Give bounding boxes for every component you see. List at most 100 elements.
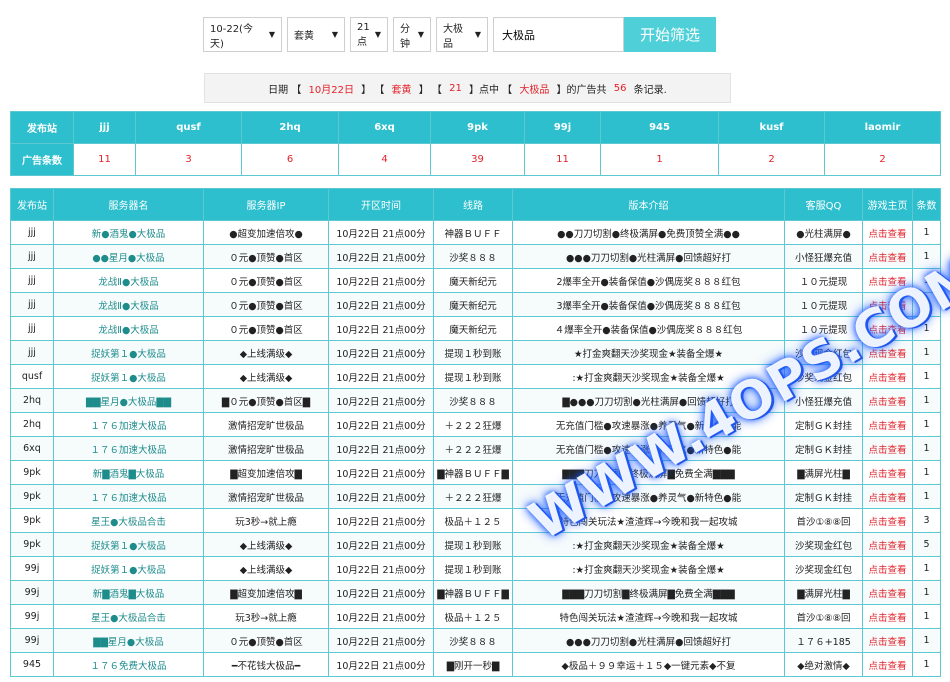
summary-count: 56 (613, 82, 627, 94)
hour-select-value: 21点 (357, 21, 370, 48)
service-qq-cell: 沙奖现金红包 (784, 556, 863, 581)
version-intro-cell: ●●刀刀切割●终极满屏●免费顶赞全满●● (512, 220, 785, 245)
open-time-cell: 10月22日 21点00分 (328, 628, 434, 653)
stats-count-row: 广告条数 11 3 6 4 39 11 1 2 2 (10, 143, 941, 176)
summary-prefix: 日期 【 (268, 84, 305, 96)
site-cell: 9pk (10, 532, 54, 557)
server-ip-cell: ◆上线满级◆ (203, 340, 329, 365)
site-cell: 99j (10, 556, 54, 581)
row-count-cell: 1 (912, 244, 941, 269)
server-name-link[interactable]: １７６免费大极品 (53, 652, 204, 677)
table-row: jjj 龙战Ⅱ●大极品 ０元●顶赞●首区 10月22日 21点00分 魔天新纪元 ４爆率全… (10, 316, 941, 341)
filter-submit-button[interactable]: 开始筛选 (624, 17, 716, 52)
server-ip-cell: 激情招宠旷世极品 (203, 484, 329, 509)
server-ip-cell: ▇超变加速倍攻▇ (203, 460, 329, 485)
summary-sep: 】 【 (357, 84, 388, 96)
server-name-link[interactable]: ●●星月●大极品 (53, 244, 204, 269)
server-name-link[interactable]: 龙战Ⅱ●大极品 (53, 316, 204, 341)
date-select[interactable]: 10-22(今天) ▼ (203, 17, 282, 52)
site-cell: jjj (10, 220, 54, 245)
server-name-link[interactable]: 星王●大极品合击 (53, 604, 204, 629)
view-homepage-link[interactable]: 点击查看 (862, 652, 913, 677)
service-qq-cell: 沙奖现金红包 (784, 364, 863, 389)
view-homepage-link[interactable]: 点击查看 (862, 412, 913, 437)
open-time-cell: 10月22日 21点00分 (328, 220, 434, 245)
line-cell: 沙奖８８８ (433, 244, 513, 269)
column-header: 线路 (433, 188, 513, 221)
site-cell: 9pk (10, 508, 54, 533)
table-row: 9pk 捉妖第１●大极品 ◆上线满级◆ 10月22日 21点00分 提现１秒到账:★打金… (10, 532, 941, 557)
view-homepage-link[interactable]: 点击查看 (862, 292, 913, 317)
server-name-link[interactable]: ▇▇星月●大极品 (53, 628, 204, 653)
server-name-link[interactable]: 捉妖第１●大极品 (53, 364, 204, 389)
type-select[interactable]: 大极品 ▼ (436, 17, 488, 52)
row-count-cell: 3 (912, 508, 941, 533)
table-row: 2hq ▇▇星月●大极品▇▇ ▇０元●顶赞●首区▇ 10月22日 21点00分 沙奖８８… (10, 388, 941, 413)
category-select[interactable]: 套黄 ▼ (287, 17, 345, 52)
service-qq-cell: 小怪狂爆充值 (784, 388, 863, 413)
column-header: 条数 (912, 188, 941, 221)
server-name-link[interactable]: 龙战Ⅱ●大极品 (53, 268, 204, 293)
view-homepage-link[interactable]: 点击查看 (862, 244, 913, 269)
hour-select[interactable]: 21点 ▼ (350, 17, 388, 52)
column-header: 发布站 (10, 188, 54, 221)
view-homepage-link[interactable]: 点击查看 (862, 604, 913, 629)
server-ip-cell: 激情招宠旷世极品 (203, 436, 329, 461)
view-homepage-link[interactable]: 点击查看 (862, 388, 913, 413)
server-name-link[interactable]: １７６加速大极品 (53, 412, 204, 437)
view-homepage-link[interactable]: 点击查看 (862, 220, 913, 245)
service-qq-cell: １７６+185 (784, 628, 863, 653)
column-header: 版本介绍 (512, 188, 785, 221)
view-homepage-link[interactable]: 点击查看 (862, 508, 913, 533)
view-homepage-link[interactable]: 点击查看 (862, 268, 913, 293)
summary-suffix: 条记录. (630, 84, 667, 96)
server-ip-cell: 玩3秒→就上瘾 (203, 508, 329, 533)
service-qq-cell: 首沙①⑧⑧回 (784, 604, 863, 629)
view-homepage-link[interactable]: 点击查看 (862, 460, 913, 485)
site-stats-table: 发布站 jjj qusf 2hq 6xq 9pk 99j 945 kusf la… (10, 111, 941, 176)
server-name-link[interactable]: 新▇酒鬼▇大极品 (53, 460, 204, 485)
view-homepage-link[interactable]: 点击查看 (862, 532, 913, 557)
server-name-link[interactable]: 新▇酒鬼▇大极品 (53, 580, 204, 605)
line-cell: ＋２２２狂爆 (433, 484, 513, 509)
keyword-input[interactable] (493, 17, 624, 52)
minute-select[interactable]: 分钟 ▼ (393, 17, 431, 52)
row-count-cell: 1 (912, 652, 941, 677)
server-ip-cell: ０元●顶赞●首区 (203, 268, 329, 293)
server-name-link[interactable]: 捉妖第１●大极品 (53, 532, 204, 557)
line-cell: 极品＋１２５ (433, 508, 513, 533)
site-cell: jjj (10, 316, 54, 341)
service-qq-cell: 首沙①⑧⑧回 (784, 508, 863, 533)
view-homepage-link[interactable]: 点击查看 (862, 364, 913, 389)
server-ip-cell: ０元●顶赞●首区 (203, 628, 329, 653)
table-row: 99j 捉妖第１●大极品 ◆上线满级◆ 10月22日 21点00分 提现１秒到账:★打金… (10, 556, 941, 581)
service-qq-cell: ▇满屏光柱▇ (784, 460, 863, 485)
column-header: 开区时间 (328, 188, 434, 221)
server-name-link[interactable]: １７６加速大极品 (53, 436, 204, 461)
chevron-down-icon: ▼ (268, 30, 275, 39)
view-homepage-link[interactable]: 点击查看 (862, 484, 913, 509)
view-homepage-link[interactable]: 点击查看 (862, 580, 913, 605)
view-homepage-link[interactable]: 点击查看 (862, 628, 913, 653)
line-cell: 沙奖８８８ (433, 388, 513, 413)
stats-site: 6xq (338, 111, 431, 144)
version-intro-cell: 特色闯关玩法★渣渣辉→今晚和我一起攻城 (512, 604, 785, 629)
server-name-link[interactable]: １７６加速大极品 (53, 484, 204, 509)
table-row: qusf 捉妖第１●大极品 ◆上线满级◆ 10月22日 21点00分 提现１秒到账:★打… (10, 364, 941, 389)
line-cell: ＋２２２狂爆 (433, 436, 513, 461)
server-name-link[interactable]: 龙战Ⅱ●大极品 (53, 292, 204, 317)
view-homepage-link[interactable]: 点击查看 (862, 436, 913, 461)
view-homepage-link[interactable]: 点击查看 (862, 556, 913, 581)
server-name-link[interactable]: 新●酒鬼●大极品 (53, 220, 204, 245)
table-row: 2hq １７６加速大极品 激情招宠旷世极品 10月22日 21点00分 ＋２２２狂爆 无充… (10, 412, 941, 437)
server-ip-cell: ●超变加速倍攻● (203, 220, 329, 245)
stats-site: laomir (824, 111, 941, 144)
site-cell: jjj (10, 292, 54, 317)
view-homepage-link[interactable]: 点击查看 (862, 316, 913, 341)
server-name-link[interactable]: 捉妖第１●大极品 (53, 556, 204, 581)
view-homepage-link[interactable]: 点击查看 (862, 340, 913, 365)
server-name-link[interactable]: 星王●大极品合击 (53, 508, 204, 533)
server-name-link[interactable]: 捉妖第１●大极品 (53, 340, 204, 365)
server-name-link[interactable]: ▇▇星月●大极品▇▇ (53, 388, 204, 413)
row-count-cell: 1 (912, 340, 941, 365)
